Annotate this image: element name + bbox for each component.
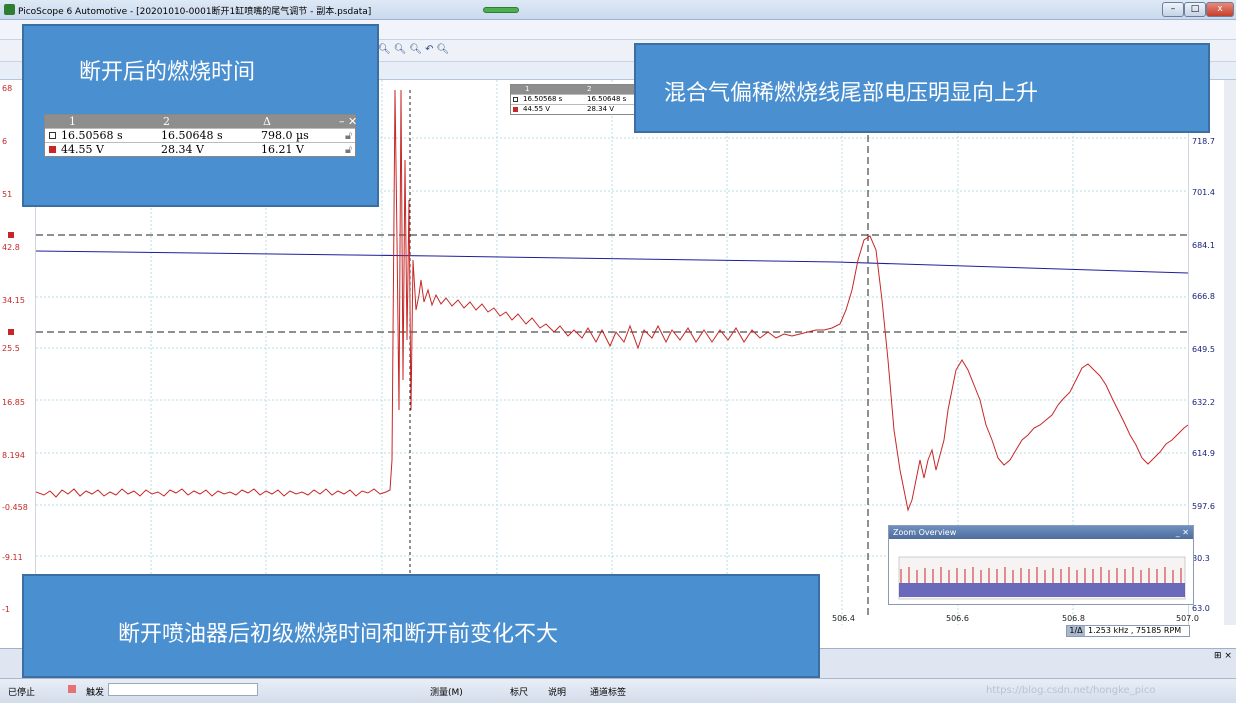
close-icon[interactable]: – ✕ [339, 115, 357, 128]
col-header: 1 [525, 85, 530, 93]
maximize-button[interactable]: □ [1184, 2, 1206, 17]
channel-labels-button[interactable]: 通道标签 [590, 685, 626, 698]
right-tick: 632.2 [1192, 398, 1215, 407]
zoom-tools-icon[interactable]: 🔍︎🔍︎🔍︎↶🔍︎ [378, 44, 452, 55]
watermark: https://blog.csdn.net/hongke_pico [986, 685, 1156, 696]
left-tick: 16.85 [2, 398, 25, 407]
zoom-overview-title: Zoom Overview [893, 528, 957, 537]
vertical-scrollbar[interactable] [1224, 80, 1236, 625]
ruler-table-small: 1 2 16.50568 s 16.50648 s 44.55 V 28.34 … [510, 84, 640, 115]
zoom-overview-thumbnail[interactable] [889, 539, 1193, 604]
minimize-button[interactable]: – [1162, 2, 1184, 17]
left-tick: 51 [2, 190, 13, 199]
left-tick: -0.458 [2, 503, 28, 512]
channel-swatch [513, 107, 518, 112]
lock-icon[interactable]: 🔓︎ [345, 129, 352, 143]
right-tick: 701.4 [1192, 188, 1215, 197]
cell: 44.55 V [61, 143, 104, 156]
zoom-overview-panel[interactable]: Zoom Overview _ ✕ [888, 525, 1194, 605]
ruler-table: 1 2 Δ – ✕ 16.50568 s 16.50648 s 798.0 µs… [44, 114, 357, 157]
cell: 16.50568 s [523, 95, 563, 103]
zoom-overview-header: Zoom Overview _ ✕ [889, 526, 1193, 539]
time-tick: 506.8 [1062, 614, 1085, 623]
right-tick: 666.8 [1192, 292, 1215, 301]
right-tick: 80.3 [1192, 554, 1210, 563]
cell: 16.50648 s [587, 95, 627, 103]
cell: 16.50648 s [161, 129, 223, 142]
right-tick: 718.7 [1192, 137, 1215, 146]
callout-burn-time: 断开后的燃烧时间 1 2 Δ – ✕ 16.50568 s 16.50648 s… [22, 24, 379, 207]
cell: 798.0 µs [261, 129, 309, 142]
left-tick: 8.194 [2, 451, 25, 460]
channel-swatch [513, 97, 518, 102]
ruler-table-header: 1 2 Δ – ✕ [45, 115, 357, 128]
left-tick: 34.15 [2, 296, 25, 305]
lock-icon[interactable]: 🔓︎ [345, 143, 352, 157]
ruler-handle-2[interactable] [8, 329, 14, 335]
window-titlebar: PicoScope 6 Automotive - [20201010-0001断… [0, 0, 1236, 20]
notes-button[interactable]: 说明 [548, 685, 566, 698]
panel-pin-icon[interactable]: ⊞ × [1214, 651, 1232, 661]
stop-status: 已停止 [8, 688, 36, 698]
measure-button[interactable]: 测量(M) [430, 685, 463, 698]
left-tick: 68 [2, 84, 13, 93]
left-tick: -9.11 [2, 553, 23, 562]
time-tick: 507.0 [1176, 614, 1199, 623]
col-header: Δ [263, 115, 271, 128]
ruler-delta-icon: 1/Δ [1067, 626, 1085, 636]
right-tick: 614.9 [1192, 449, 1215, 458]
stop-icon[interactable] [68, 685, 76, 693]
status-bar: 已停止 触发 测量(M) 标尺 说明 通道标签 https://blog.csd… [0, 678, 1236, 703]
cell: 16.50568 s [61, 129, 123, 142]
left-tick: 25.5 [2, 344, 20, 353]
trigger-label[interactable]: 触发 [86, 685, 104, 698]
frequency-readout: 1/Δ 1.253 kHz , 75185 RPM [1066, 625, 1190, 637]
right-tick: 649.5 [1192, 345, 1215, 354]
col-header: 1 [69, 115, 76, 128]
activity-indicator [483, 7, 519, 13]
ruler-button[interactable]: 标尺 [510, 685, 528, 698]
col-header: 2 [163, 115, 170, 128]
cell: 16.21 V [261, 143, 304, 156]
channel-swatch [49, 132, 56, 139]
callout-text: 混合气偏稀燃烧线尾部电压明显向上升 [664, 81, 1039, 106]
cell: 44.55 V [523, 105, 551, 113]
right-tick: 597.6 [1192, 502, 1215, 511]
channel-swatch [49, 146, 56, 153]
close-button[interactable]: x [1206, 2, 1234, 17]
cell: 28.34 V [587, 105, 615, 113]
callout-text: 断开后的燃烧时间 [79, 60, 256, 85]
col-header: 2 [587, 85, 592, 93]
zoom-overview-close-icon[interactable]: _ ✕ [1176, 526, 1189, 539]
trigger-mode-select[interactable] [108, 683, 258, 696]
ruler-handle-1[interactable] [8, 232, 14, 238]
ruler-row: 44.55 V 28.34 V 16.21 V 🔓︎ [45, 142, 355, 156]
window-title: PicoScope 6 Automotive - [20201010-0001断… [18, 7, 372, 17]
left-tick: -1 [2, 605, 10, 614]
time-tick: 506.4 [832, 614, 855, 623]
cell: 28.34 V [161, 143, 204, 156]
app-icon [4, 4, 15, 15]
callout-text: 断开喷油器后初级燃烧时间和断开前变化不大 [118, 622, 559, 647]
ruler-row: 16.50568 s 16.50648 s 798.0 µs 🔓︎ [45, 128, 355, 142]
right-tick: 684.1 [1192, 241, 1215, 250]
left-tick: 42.8 [2, 243, 20, 252]
right-tick: 63.0 [1192, 604, 1210, 613]
callout-lean-mixture: 混合气偏稀燃烧线尾部电压明显向上升 [634, 43, 1210, 133]
frequency-text: 1.253 kHz , 75185 RPM [1088, 626, 1182, 635]
callout-injector-off: 断开喷油器后初级燃烧时间和断开前变化不大 [22, 574, 820, 678]
left-tick: 6 [2, 137, 8, 146]
time-tick: 506.6 [946, 614, 969, 623]
